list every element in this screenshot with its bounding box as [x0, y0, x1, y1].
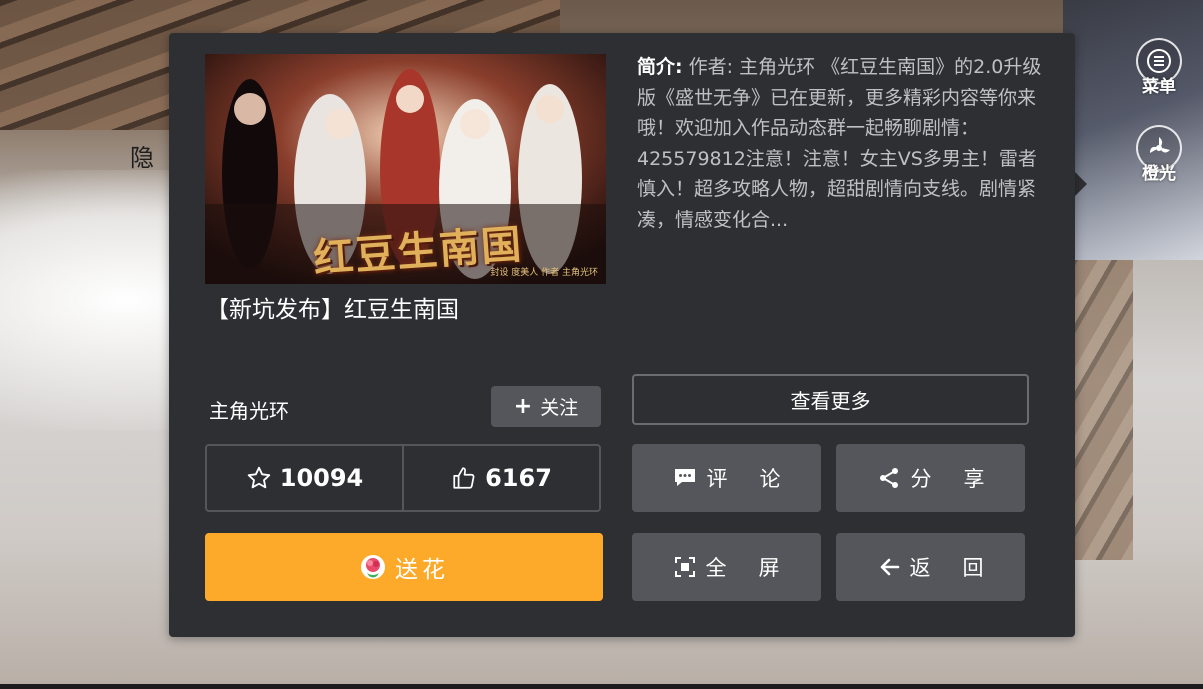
- share-label: 分享: [910, 467, 1017, 491]
- cover-credit: 封设 度美人 作者 主角光环: [490, 268, 598, 278]
- intro-text-block: 简介: 作者: 主角光环 《红豆生南国》的2.0升级版《盛世无争》已在更新，更多…: [637, 52, 1047, 235]
- orange-button[interactable]: 橙光: [1133, 125, 1185, 185]
- comment-icon: [674, 469, 695, 486]
- work-title: 【新坑发布】红豆生南国: [206, 297, 459, 323]
- send-flower-button[interactable]: 送花: [205, 533, 603, 601]
- follow-label: 关注: [540, 397, 579, 419]
- menu-button[interactable]: 菜单: [1133, 38, 1185, 98]
- intro-label: 简介:: [637, 56, 683, 78]
- like-button[interactable]: 6167: [402, 446, 599, 510]
- back-arrow-icon: [880, 558, 899, 576]
- cover-image[interactable]: 红豆生南国 封设 度美人 作者 主角光环: [205, 54, 606, 284]
- favorite-count: 10094: [279, 464, 364, 492]
- thumbs-up-icon: [453, 467, 475, 489]
- like-count: 6167: [485, 464, 552, 492]
- fullscreen-icon: [674, 557, 695, 577]
- background-text: 隐: [130, 144, 154, 172]
- back-button[interactable]: 返回: [836, 533, 1025, 601]
- back-label: 返回: [909, 556, 1016, 580]
- favorite-button[interactable]: 10094: [207, 446, 402, 510]
- flower-icon: [361, 555, 385, 579]
- intro-text: 作者: 主角光环 《红豆生南国》的2.0升级版《盛世无争》已在更新，更多精彩内容…: [637, 56, 1042, 231]
- comment-label: 评论: [706, 467, 813, 491]
- star-icon: [247, 466, 270, 489]
- comment-button[interactable]: 评论: [632, 444, 821, 512]
- author-name[interactable]: 主角光环: [209, 395, 289, 424]
- bottom-bar: [0, 684, 1203, 689]
- stats-box: 10094 6167: [205, 444, 601, 512]
- share-button[interactable]: 分享: [836, 444, 1025, 512]
- menu-label: 菜单: [1142, 77, 1176, 97]
- orange-label: 橙光: [1142, 164, 1176, 184]
- panel-pointer: [1075, 172, 1087, 196]
- send-flower-label: 送花: [395, 557, 449, 583]
- share-icon: [879, 468, 898, 488]
- fullscreen-button[interactable]: 全屏: [632, 533, 821, 601]
- plus-icon: +: [513, 393, 533, 419]
- view-more-button[interactable]: 查看更多: [632, 374, 1029, 425]
- work-detail-panel: 红豆生南国 封设 度美人 作者 主角光环 【新坑发布】红豆生南国 简介: 作者:…: [169, 33, 1075, 637]
- fullscreen-label: 全屏: [705, 556, 812, 580]
- follow-button[interactable]: + 关注: [491, 386, 601, 427]
